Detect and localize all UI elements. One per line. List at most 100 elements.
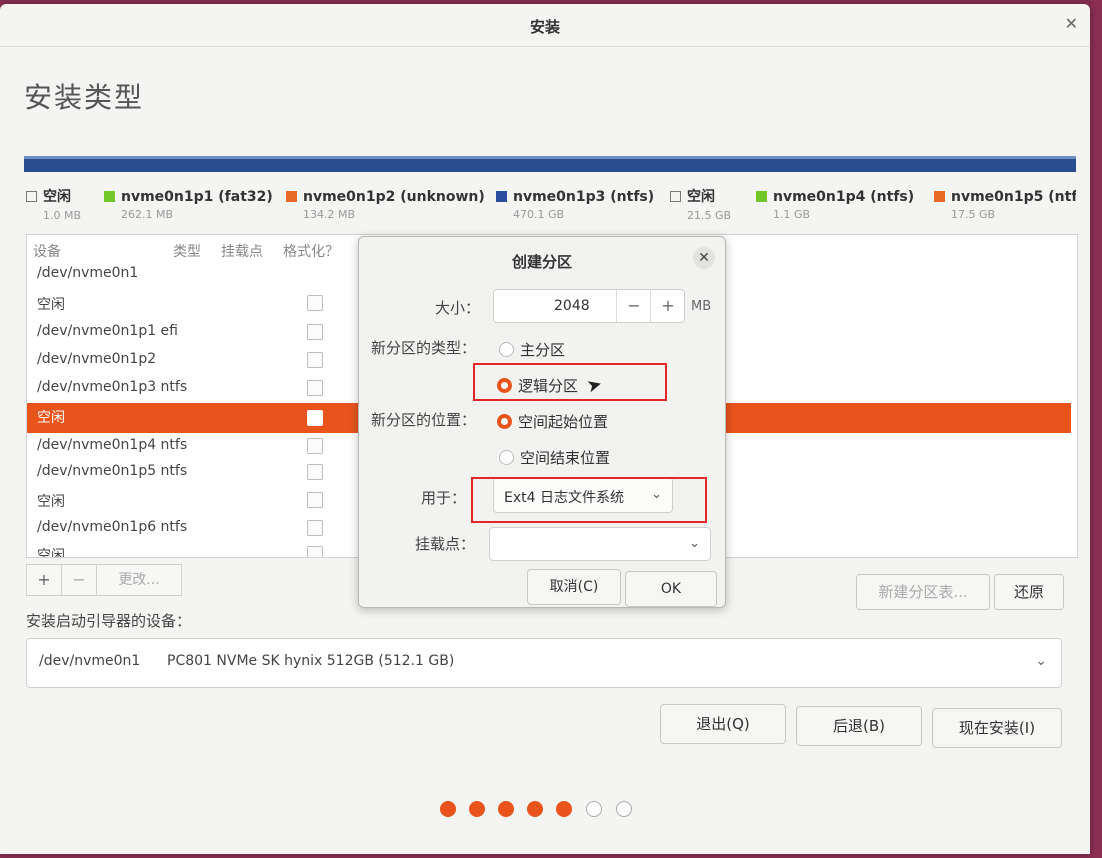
column-header-format[interactable]: 格式化？: [283, 241, 339, 261]
legend-name: nvme0n1p2 (unknown): [303, 189, 485, 205]
legend-size: 1.0 MB: [43, 209, 82, 222]
row-device: /dev/nvme0n1p3 ntfs: [37, 379, 188, 395]
row-device: /dev/nvme0n1p6 ntfs: [37, 519, 188, 535]
legend-item: nvme0n1p5 (ntf 17.5 GB: [934, 186, 1076, 221]
legend-swatch: [934, 191, 945, 202]
partition-location-label: 新分区的位置：: [371, 411, 477, 429]
bootloader-device-description: PC801 NVMe SK hynix 512GB (512.1 GB): [167, 653, 455, 669]
legend-item: 空闲 21.5 GB: [670, 186, 731, 222]
dialog-title: 创建分区: [511, 253, 572, 271]
format-checkbox[interactable]: [307, 438, 323, 454]
format-checkbox[interactable]: [307, 380, 323, 396]
chevron-down-icon: ⌄: [1035, 653, 1047, 669]
column-header-mount[interactable]: 挂载点: [221, 241, 263, 261]
legend-swatch: [26, 191, 37, 202]
window-close-icon[interactable]: ✕: [1065, 14, 1078, 33]
row-device: /dev/nvme0n1p4 ntfs: [37, 437, 188, 453]
legend-item: 空闲 1.0 MB: [26, 186, 81, 222]
legend-swatch: [496, 191, 507, 202]
size-unit: MB: [691, 299, 712, 314]
partition-type-label: 新分区的类型：: [371, 339, 477, 357]
format-checkbox[interactable]: [307, 520, 323, 536]
create-partition-dialog: 创建分区 ✕ 大小： 2048 − + MB 新分区的类型： 主分区 逻辑分区 …: [358, 236, 726, 608]
use-as-label: 用于：: [421, 489, 467, 507]
annotation-highlight-box: [473, 363, 667, 401]
legend-size: 262.1 MB: [121, 208, 174, 221]
column-header-device[interactable]: 设备: [33, 241, 61, 261]
type-primary-radio[interactable]: 主分区: [499, 339, 565, 360]
format-checkbox[interactable]: [307, 352, 323, 368]
chevron-down-icon: ⌄: [689, 536, 700, 551]
row-device: 空闲: [37, 494, 65, 510]
dialog-cancel-button[interactable]: 取消(C): [527, 569, 621, 605]
location-end-radio[interactable]: 空间结束位置: [499, 447, 610, 468]
size-decrement-button[interactable]: −: [616, 290, 651, 322]
location-end-label: 空间结束位置: [520, 449, 611, 467]
legend-item: nvme0n1p2 (unknown) 134.2 MB: [286, 186, 485, 221]
legend-item: nvme0n1p3 (ntfs) 470.1 GB: [496, 186, 654, 221]
legend-name: 空闲: [687, 189, 715, 205]
format-checkbox[interactable]: [307, 410, 323, 426]
step-dot-complete: [469, 801, 485, 817]
step-dot-complete: [440, 801, 456, 817]
legend-size: 17.5 GB: [951, 208, 996, 221]
column-header-type[interactable]: 类型: [173, 241, 201, 261]
mount-point-select[interactable]: ⌄: [489, 527, 711, 561]
add-partition-button[interactable]: +: [26, 564, 62, 596]
disk-usage-bar: [24, 156, 1076, 172]
format-checkbox[interactable]: [307, 295, 323, 311]
revert-button[interactable]: 还原: [994, 574, 1064, 610]
radio-off-icon: [499, 342, 514, 357]
size-spinbox[interactable]: 2048 − +: [493, 289, 685, 323]
step-dot-pending: [586, 801, 602, 817]
legend-name: 空闲: [43, 189, 71, 205]
format-checkbox[interactable]: [307, 492, 323, 508]
mount-point-label: 挂载点：: [415, 535, 476, 553]
legend-size: 1.1 GB: [773, 208, 811, 221]
quit-button[interactable]: 退出(Q): [660, 704, 786, 744]
bootloader-device-label: 安装启动引导器的设备：: [26, 612, 192, 630]
format-checkbox[interactable]: [307, 464, 323, 480]
row-device: /dev/nvme0n1: [37, 265, 139, 281]
new-partition-table-button[interactable]: 新建分区表...: [856, 574, 990, 610]
legend-name: nvme0n1p4 (ntfs): [773, 189, 915, 205]
back-button[interactable]: 后退(B): [796, 706, 922, 746]
legend-swatch: [756, 191, 767, 202]
remove-partition-button[interactable]: −: [61, 564, 97, 596]
change-partition-button[interactable]: 更改...: [96, 564, 182, 596]
legend-item: nvme0n1p1 (fat32) 262.1 MB: [104, 186, 273, 221]
dialog-ok-button[interactable]: OK: [625, 571, 717, 607]
location-start-radio[interactable]: 空间起始位置: [497, 411, 608, 432]
legend-name: nvme0n1p5 (ntf: [951, 189, 1076, 205]
row-device: /dev/nvme0n1p2: [37, 351, 157, 367]
step-dot-complete: [556, 801, 572, 817]
legend-size: 21.5 GB: [687, 209, 732, 222]
bootloader-device-select[interactable]: /dev/nvme0n1 PC801 NVMe SK hynix 512GB (…: [26, 638, 1062, 688]
type-primary-label: 主分区: [520, 341, 566, 359]
size-increment-button[interactable]: +: [650, 290, 685, 322]
bootloader-device-value: /dev/nvme0n1: [39, 653, 141, 669]
partition-legend: 空闲 1.0 MB nvme0n1p1 (fat32) 262.1 MB nvm…: [26, 186, 1076, 226]
format-checkbox[interactable]: [307, 546, 323, 557]
row-device: 空闲: [37, 548, 65, 558]
format-checkbox[interactable]: [307, 324, 323, 340]
legend-swatch: [670, 191, 681, 202]
radio-off-icon: [499, 450, 514, 465]
dialog-close-icon[interactable]: ✕: [693, 247, 715, 269]
page-title: 安装类型: [24, 81, 145, 114]
row-device: 空闲: [37, 410, 65, 426]
step-dot-complete: [498, 801, 514, 817]
row-device: /dev/nvme0n1p5 ntfs: [37, 463, 188, 479]
legend-size: 470.1 GB: [513, 208, 565, 221]
legend-size: 134.2 MB: [303, 208, 356, 221]
legend-name: nvme0n1p3 (ntfs): [513, 189, 655, 205]
size-label: 大小：: [435, 299, 481, 317]
title-bar: 安装 ✕: [0, 4, 1090, 47]
legend-item: nvme0n1p4 (ntfs) 1.1 GB: [756, 186, 914, 221]
size-value[interactable]: 2048: [554, 298, 590, 314]
step-dot-pending: [616, 801, 632, 817]
window-title: 安装: [529, 18, 560, 36]
install-now-button[interactable]: 现在安装(I): [932, 708, 1062, 748]
step-dot-complete: [527, 801, 543, 817]
legend-swatch: [104, 191, 115, 202]
